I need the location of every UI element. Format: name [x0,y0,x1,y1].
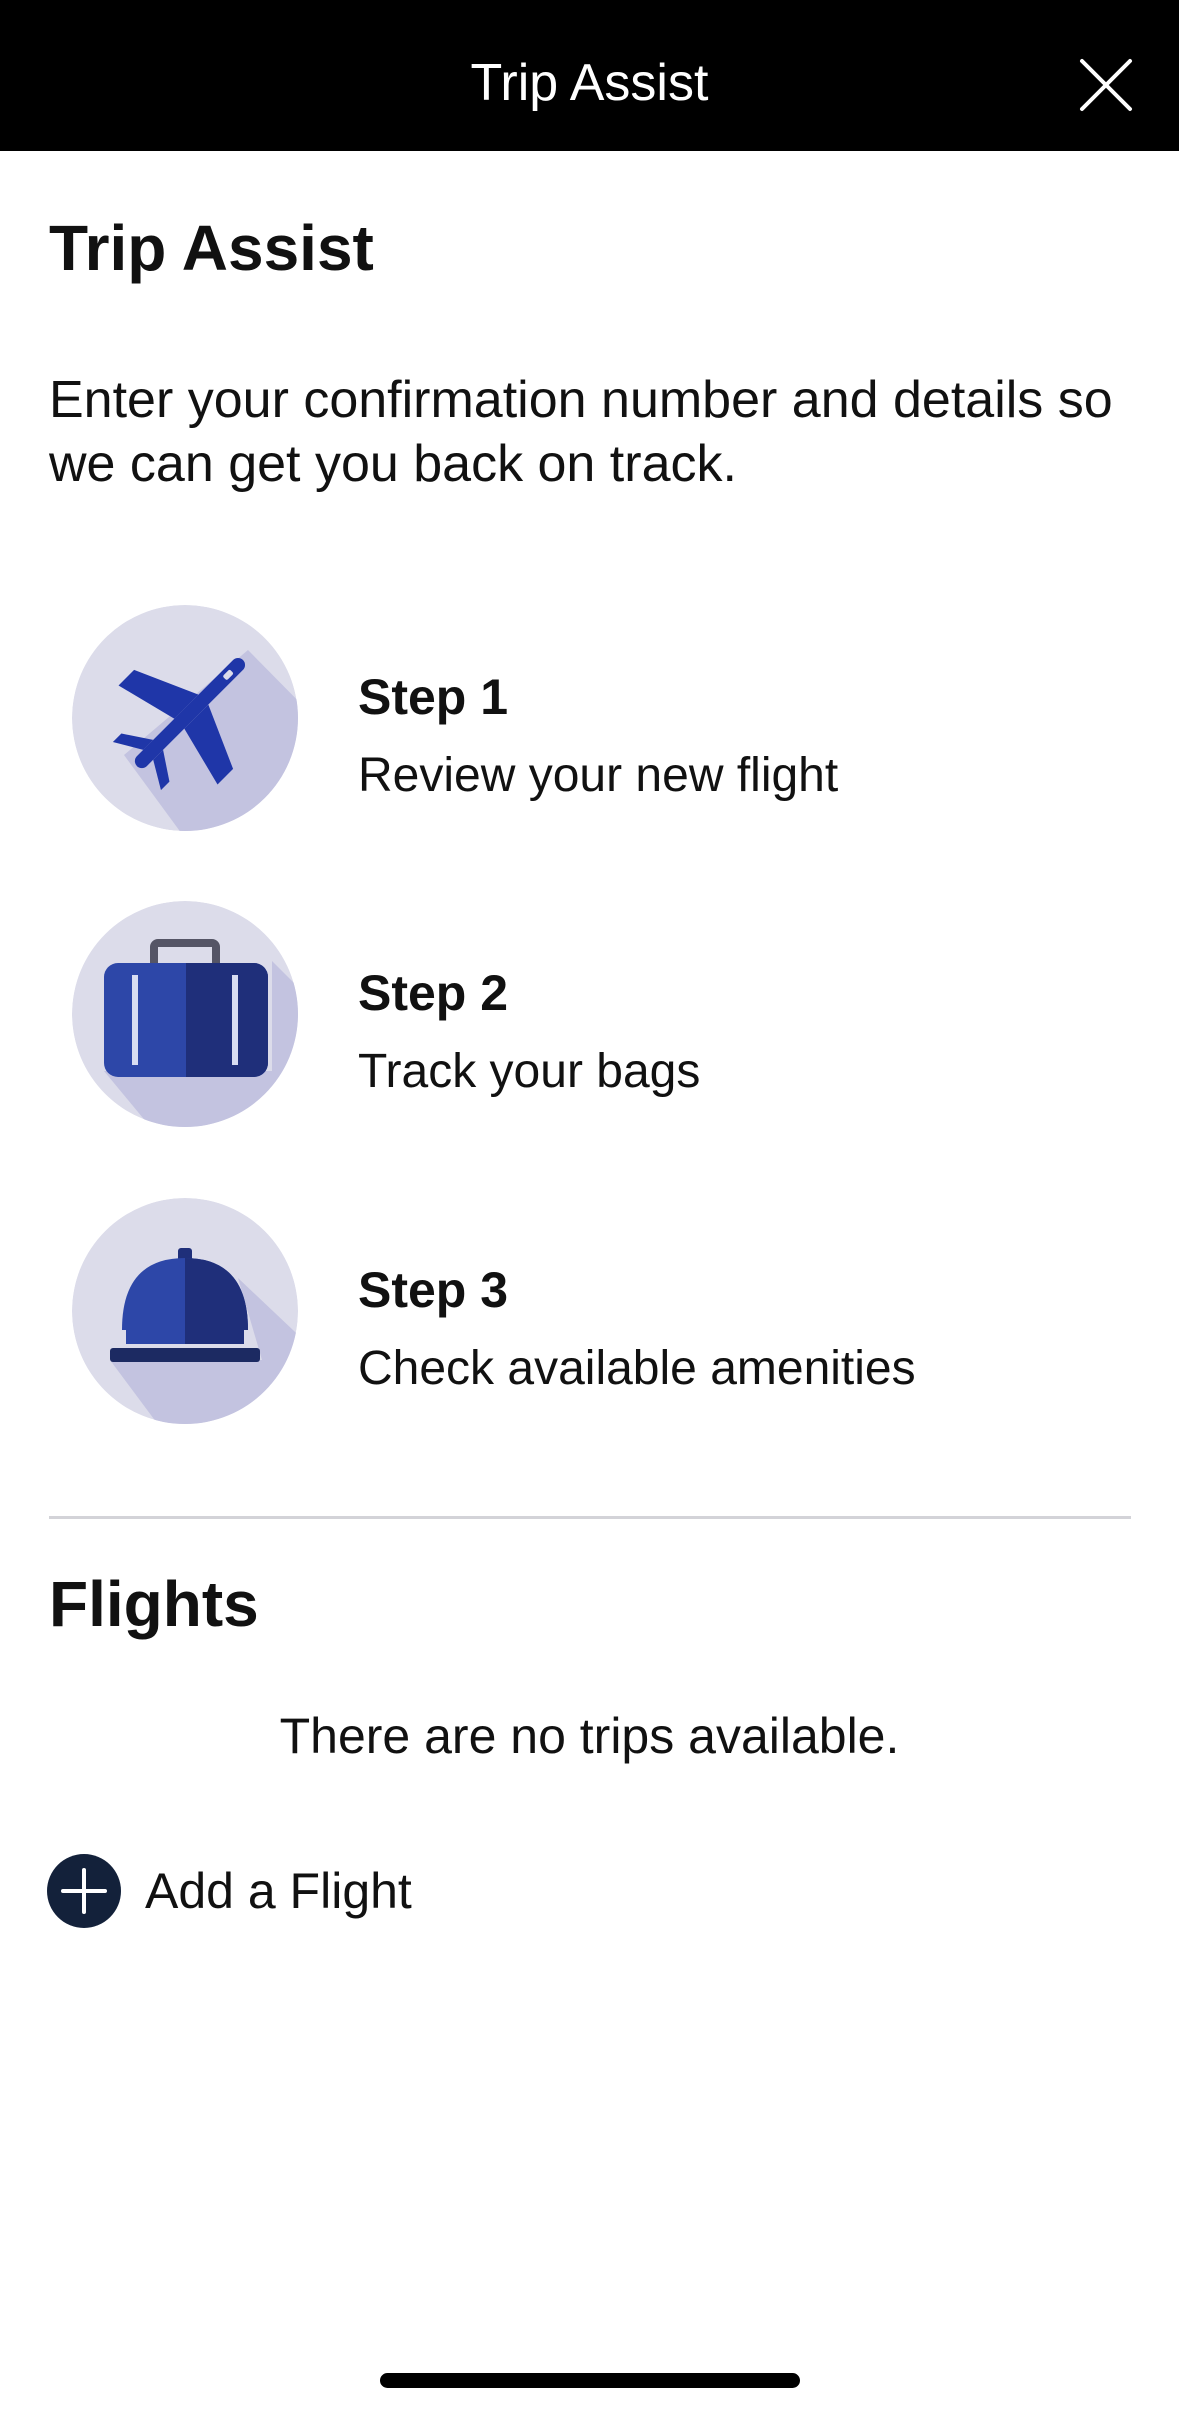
step-title: Step 1 [358,669,509,725]
step-title: Step 3 [358,1262,509,1318]
top-bar: Trip Assist [0,0,1179,151]
intro-description: Enter your confirmation number and detai… [49,371,1113,493]
section-divider [49,1516,1131,1519]
flights-title: Flights [49,1568,259,1640]
empty-trips-message: There are no trips available. [279,1708,900,1764]
header-title: Trip Assist [470,54,709,112]
service-bell-icon [72,1198,298,1424]
step-item-1: Step 1 Review your new flight [72,605,1132,831]
step-description: Track your bags [358,1045,701,1098]
plus-circle-icon [47,1854,121,1928]
close-icon [1080,59,1132,111]
page-title: Trip Assist [49,212,374,284]
step-title: Step 2 [358,965,509,1021]
close-button[interactable] [1078,57,1134,113]
airplane-icon [72,605,298,831]
step-item-3: Step 3 Check available amenities [72,1198,1132,1424]
step-description: Review your new flight [358,749,839,802]
suitcase-icon [72,901,298,1127]
step-item-2: Step 2 Track your bags [72,901,1132,1127]
add-flight-label: Add a Flight [145,1863,412,1919]
add-flight-button[interactable]: Add a Flight [47,1853,412,1929]
step-description: Check available amenities [358,1342,916,1395]
home-indicator[interactable] [380,2373,800,2388]
